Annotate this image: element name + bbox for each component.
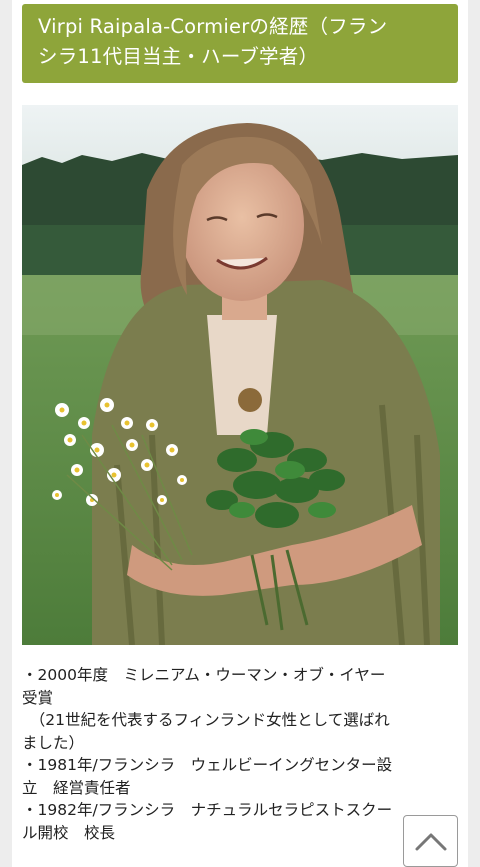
bio-line: ました）	[22, 733, 85, 752]
portrait-photo	[22, 105, 458, 645]
article-page: Virpi Raipala-Cormierの経歴（フラン シラ11代目当主・ハー…	[12, 0, 468, 867]
section-heading: Virpi Raipala-Cormierの経歴（フラン シラ11代目当主・ハー…	[22, 4, 458, 83]
chevron-up-icon	[415, 833, 446, 851]
bio-line: ・1981年/フランシラ ウェルビーイングセンター設	[22, 756, 393, 774]
bio-line: （21世紀を代表するフィンランド女性として選ばれ	[22, 711, 390, 729]
heading-line-2: シラ11代目当主・ハーブ学者）	[38, 45, 319, 68]
scroll-to-top-button[interactable]	[403, 815, 458, 867]
bio-line: ル開校 校長	[22, 823, 116, 842]
heading-line-1: Virpi Raipala-Cormierの経歴（フラン	[38, 15, 388, 38]
bio-line: ・2000年度 ミレニアム・ウーマン・オブ・イヤー	[22, 666, 386, 684]
biography-text: ・2000年度 ミレニアム・ウーマン・オブ・イヤー 受賞 （21世紀を代表するフ…	[22, 664, 458, 844]
bio-line: 受賞	[22, 688, 54, 707]
bio-line: ・1982年/フランシラ ナチュラルセラピストスクー	[22, 801, 393, 819]
bio-line: 立 経営責任者	[22, 778, 131, 797]
